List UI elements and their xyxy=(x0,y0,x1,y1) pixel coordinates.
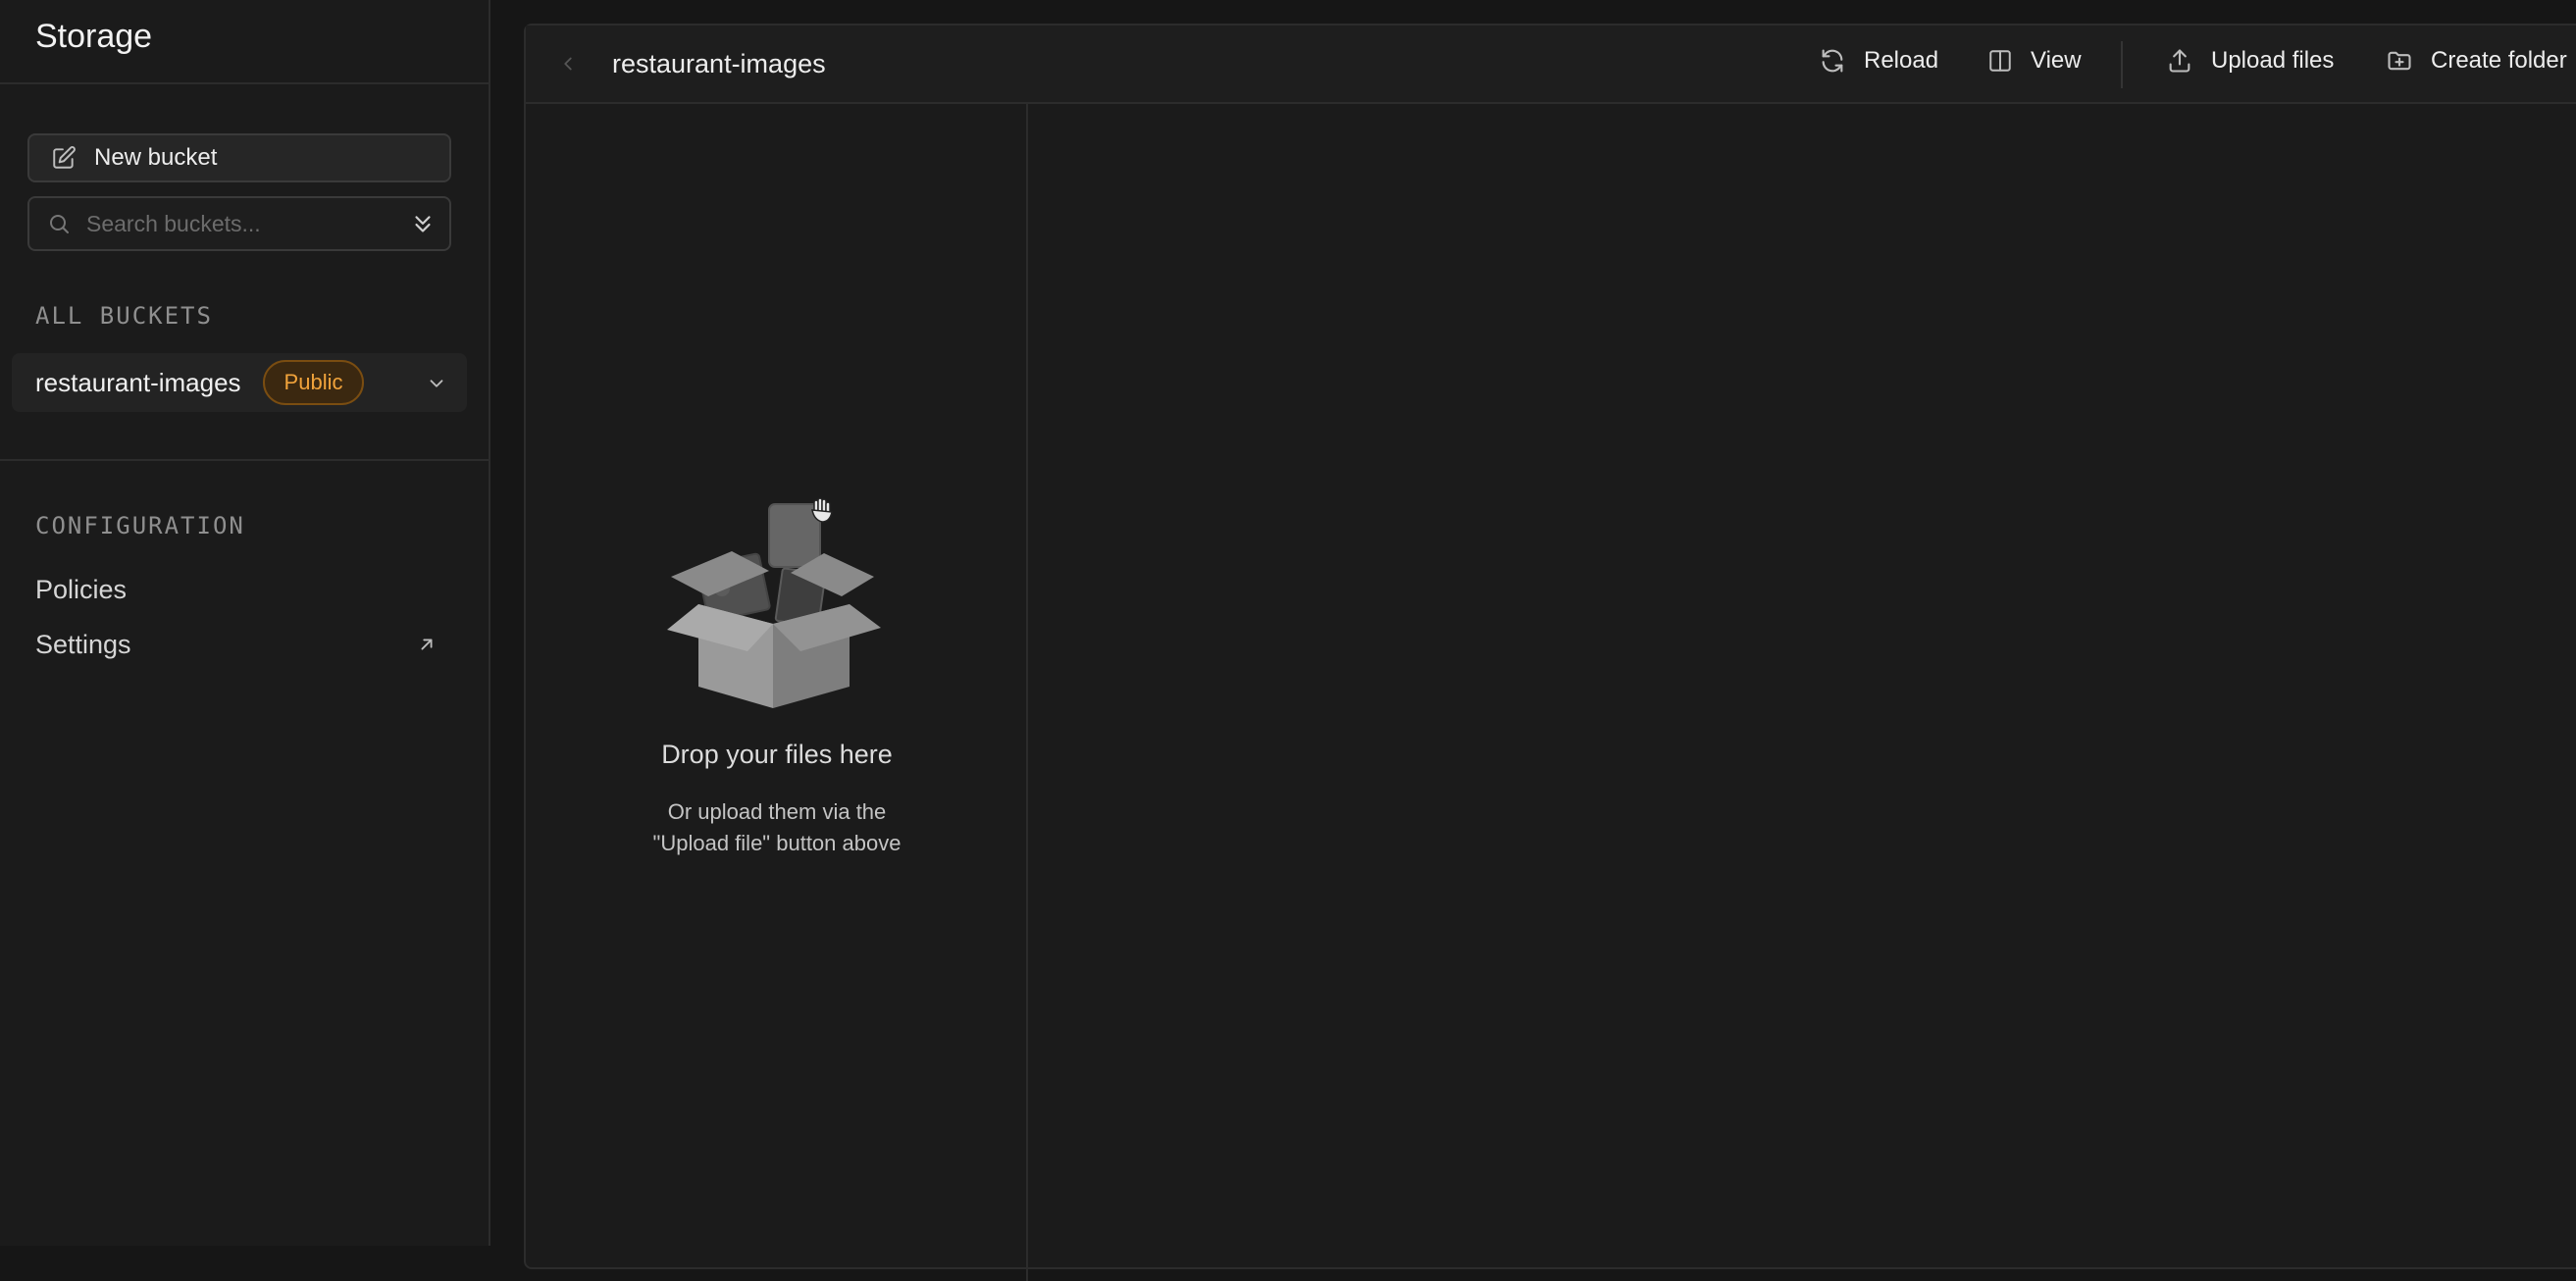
search-buckets xyxy=(27,196,451,251)
file-column-dropzone[interactable]: Drop your files here Or upload them via … xyxy=(526,104,1028,1281)
new-bucket-button[interactable]: New bucket xyxy=(27,133,451,182)
sidebar-title: Storage xyxy=(35,18,153,55)
columns-icon xyxy=(1989,50,2011,72)
empty-state-subtitle-line2: "Upload file" button above xyxy=(652,831,902,855)
configuration-heading: CONFIGURATION xyxy=(35,512,245,539)
empty-state-subtitle-line1: Or upload them via the xyxy=(667,799,887,824)
upload-files-button[interactable]: Upload files xyxy=(2166,47,2334,75)
bucket-name: restaurant-images xyxy=(35,367,241,397)
toolbar-divider xyxy=(2121,41,2123,88)
view-button[interactable]: View xyxy=(1987,47,2082,75)
reload-label: Reload xyxy=(1864,47,1939,74)
upload-icon xyxy=(2169,49,2190,73)
view-label: View xyxy=(2031,47,2082,74)
sidebar: Storage New bucket ALL BUCKETS restauran… xyxy=(0,0,490,1246)
bucket-title: restaurant-images xyxy=(612,49,826,78)
chevron-down-icon[interactable] xyxy=(426,373,447,394)
search-icon xyxy=(50,215,69,233)
bucket-item-restaurant-images[interactable]: restaurant-images Public xyxy=(12,353,467,412)
all-buckets-heading: ALL BUCKETS xyxy=(35,302,213,330)
divider xyxy=(0,459,489,461)
reload-icon xyxy=(1822,49,1843,73)
external-link-icon xyxy=(421,639,433,650)
public-badge: Public xyxy=(262,360,365,405)
explorer-toolbar: restaurant-images Reload View Upload fil… xyxy=(526,26,2576,104)
settings-link[interactable]: Settings xyxy=(35,630,131,660)
chevron-left-icon[interactable] xyxy=(557,53,579,75)
new-bucket-label: New bucket xyxy=(94,144,218,171)
empty-state-subtitle: Or upload them via the "Upload file" but… xyxy=(526,796,1028,859)
divider xyxy=(0,82,489,84)
policies-link[interactable]: Policies xyxy=(35,575,127,605)
empty-state-title: Drop your files here xyxy=(661,740,893,769)
sort-chevrons-icon[interactable] xyxy=(410,211,436,238)
box-illustration-icon xyxy=(667,497,881,708)
search-input[interactable] xyxy=(84,209,402,238)
upload-files-label: Upload files xyxy=(2211,47,2335,74)
file-explorer: restaurant-images Reload View Upload fil… xyxy=(524,24,2576,1281)
folder-plus-icon xyxy=(2388,51,2411,71)
reload-button[interactable]: Reload xyxy=(1819,47,1938,75)
edit-icon xyxy=(53,146,76,169)
create-folder-button[interactable]: Create folder xyxy=(2386,47,2567,75)
create-folder-label: Create folder xyxy=(2431,47,2567,74)
